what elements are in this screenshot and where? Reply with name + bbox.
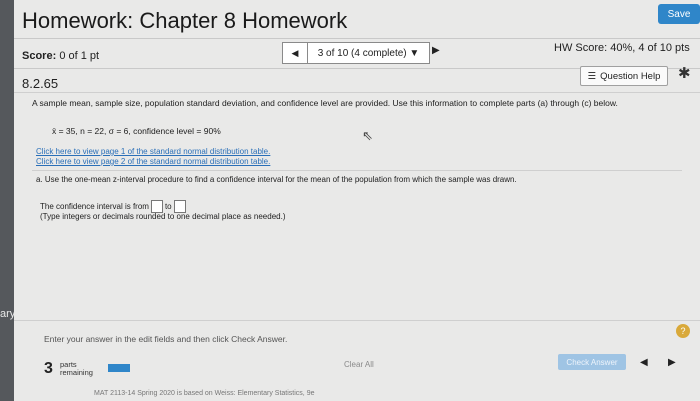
page-title: Homework: Chapter 8 Homework xyxy=(22,8,348,33)
divider xyxy=(14,320,700,321)
next-part-icon[interactable]: ▶ xyxy=(668,357,676,368)
mouse-cursor-icon: ⇖ xyxy=(362,128,373,143)
save-button[interactable]: Save xyxy=(658,4,700,24)
homework-panel: Homework: Chapter 8 Homework Save Score:… xyxy=(14,0,700,401)
hw-score: HW Score: 40%, 4 of 10 pts xyxy=(554,42,690,54)
instruction-text: Enter your answer in the edit fields and… xyxy=(44,334,288,344)
parts-progress-bar xyxy=(108,364,130,372)
left-sidebar-strip xyxy=(0,0,14,401)
given-values: x̄ = 35, n = 22, σ = 6, confidence level… xyxy=(52,126,221,136)
normal-table-page1-link[interactable]: Click here to view page 1 of the standar… xyxy=(36,147,270,156)
answer-hint: (Type integers or decimals rounded to on… xyxy=(40,212,286,221)
help-icon[interactable]: ? xyxy=(676,324,690,338)
check-answer-button[interactable]: Check Answer xyxy=(558,354,626,370)
question-number: 8.2.65 xyxy=(22,76,59,91)
prev-part-icon[interactable]: ◀ xyxy=(640,357,648,368)
remaining-label: remaining xyxy=(60,368,93,377)
chevron-down-icon: ▼ xyxy=(409,47,420,59)
list-icon: ☰ xyxy=(587,70,597,82)
sidebar-partial-label[interactable]: ary xyxy=(0,308,15,320)
normal-table-page2-link[interactable]: Click here to view page 2 of the standar… xyxy=(36,157,270,166)
interval-to-label: to xyxy=(164,202,172,211)
clear-all-button[interactable]: Clear All xyxy=(344,360,374,369)
question-help-label: Question Help xyxy=(600,70,661,82)
prev-question-icon[interactable]: ◀ xyxy=(283,43,308,63)
question-text: A sample mean, sample size, population s… xyxy=(32,98,618,108)
part-a-text: a. Use the one-mean z-interval procedure… xyxy=(36,175,517,184)
next-question-icon[interactable]: ▶ xyxy=(432,45,440,56)
question-selector[interactable]: 3 of 10 (4 complete) ▼ xyxy=(308,48,429,59)
score-value: 0 of 1 pt xyxy=(59,50,100,62)
gear-icon[interactable]: ✱ xyxy=(678,64,691,82)
score-display: Score: 0 of 1 pt xyxy=(22,50,99,62)
divider xyxy=(14,38,700,39)
course-footer: MAT 2113-14 Spring 2020 is based on Weis… xyxy=(94,390,315,397)
question-position: 3 of 10 (4 complete) xyxy=(317,47,407,59)
divider xyxy=(14,92,700,93)
question-pager[interactable]: ◀ 3 of 10 (4 complete) ▼ xyxy=(282,42,430,64)
divider xyxy=(32,170,682,171)
question-help-button[interactable]: ☰ Question Help xyxy=(580,66,668,86)
interval-prefix: The confidence interval is from xyxy=(40,202,149,211)
parts-remaining-label: parts remaining xyxy=(60,361,93,377)
parts-remaining-count: 3 xyxy=(44,360,53,377)
score-label: Score: xyxy=(22,50,57,62)
